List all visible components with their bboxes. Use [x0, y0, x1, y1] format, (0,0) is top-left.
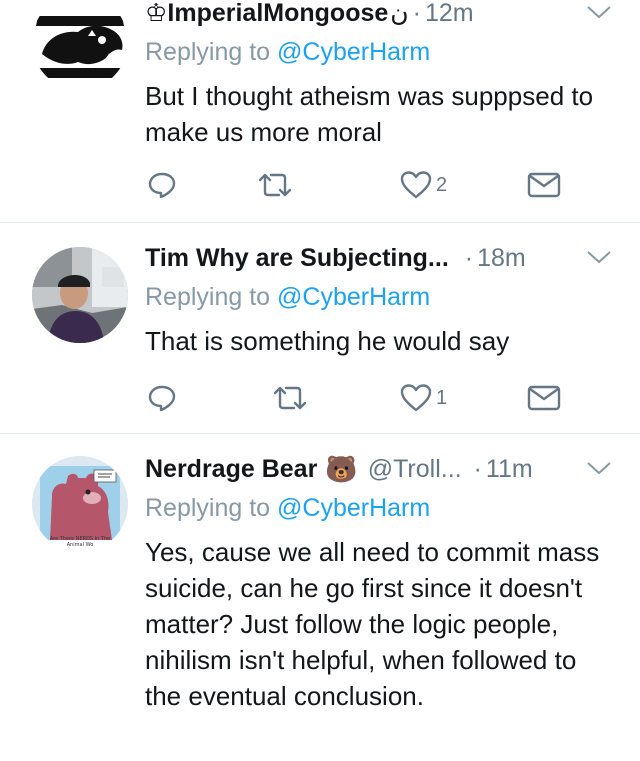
- tweet-3[interactable]: Are There NERDS In The Animal Wo Nerdrag…: [0, 434, 640, 761]
- panther-logo-icon: [33, 0, 127, 89]
- reply-icon[interactable]: [147, 383, 177, 413]
- chevron-down-icon[interactable]: [586, 247, 612, 267]
- tweet-text: Yes, cause we all need to commit mass su…: [145, 537, 600, 711]
- retweet-icon[interactable]: [257, 170, 293, 200]
- replying-to: Replying to @CyberHarm: [145, 494, 430, 523]
- reply-icon[interactable]: [147, 170, 177, 200]
- man-in-car-photo-icon: [32, 247, 128, 343]
- time-separator: ·: [464, 243, 474, 272]
- timestamp[interactable]: 11m: [486, 455, 533, 484]
- envelope-icon[interactable]: [527, 171, 561, 199]
- dm-action[interactable]: [527, 381, 561, 415]
- tweet-header: ♔ImperialMongoose ن · 12m: [145, 0, 612, 30]
- replying-to: Replying to @CyberHarm: [145, 283, 430, 312]
- replying-to-label: Replying to: [145, 38, 278, 66]
- reply-mention-link[interactable]: @CyberHarm: [277, 38, 430, 66]
- timestamp[interactable]: 18m: [477, 244, 526, 273]
- tweet-actions: 1: [145, 381, 575, 415]
- like-count: 1: [436, 386, 448, 409]
- avatar[interactable]: Are There NERDS In The Animal Wo: [32, 456, 128, 552]
- tweet-text: That is something he would say: [145, 326, 510, 356]
- tweet-text: But I thought atheism was supppsed to ma…: [145, 81, 594, 147]
- like-count: 2: [436, 173, 448, 196]
- reply-mention-link[interactable]: @CyberHarm: [277, 494, 430, 522]
- retweet-action[interactable]: [257, 168, 293, 202]
- heart-icon[interactable]: [400, 383, 432, 413]
- timestamp[interactable]: 12m: [425, 0, 474, 28]
- chevron-down-icon[interactable]: [586, 2, 612, 22]
- tweet-2[interactable]: Tim Why are Subjecting... · 18m Replying…: [0, 223, 640, 433]
- avatar-caption: Are There NERDS In The Animal Wo: [49, 536, 111, 548]
- display-name[interactable]: Tim Why are Subjecting...: [145, 244, 449, 273]
- retweet-action[interactable]: [272, 381, 308, 415]
- envelope-icon[interactable]: [527, 384, 561, 412]
- tweet-header: Tim Why are Subjecting... · 18m: [145, 241, 612, 275]
- tweet-actions: 2: [145, 168, 575, 202]
- like-action[interactable]: 2: [400, 168, 447, 202]
- bear-emoji: 🐻: [325, 453, 358, 484]
- reply-action[interactable]: [147, 168, 177, 202]
- user-handle[interactable]: @Troll...: [368, 455, 462, 484]
- display-name[interactable]: ♔ImperialMongoose: [145, 0, 388, 28]
- tweet-header: Nerdrage Bear 🐻 @Troll... · 11m: [145, 452, 612, 486]
- replying-to-label: Replying to: [145, 494, 278, 522]
- replying-to: Replying to @CyberHarm: [145, 38, 430, 67]
- retweet-icon[interactable]: [272, 383, 308, 413]
- chevron-down-icon[interactable]: [586, 458, 612, 478]
- time-separator: ·: [473, 454, 482, 483]
- name-symbol: ن: [390, 0, 409, 27]
- avatar[interactable]: [32, 247, 128, 343]
- time-separator: ·: [412, 0, 421, 27]
- tweet-1[interactable]: ♔ImperialMongoose ن · 12m Replying to @C…: [0, 0, 640, 222]
- like-action[interactable]: 1: [400, 381, 447, 415]
- reply-action[interactable]: [147, 381, 177, 415]
- heart-icon[interactable]: [400, 170, 432, 200]
- avatar[interactable]: [32, 0, 128, 90]
- display-name[interactable]: Nerdrage Bear: [145, 455, 317, 484]
- replying-to-label: Replying to: [145, 283, 278, 311]
- dm-action[interactable]: [527, 168, 561, 202]
- reply-mention-link[interactable]: @CyberHarm: [277, 283, 430, 311]
